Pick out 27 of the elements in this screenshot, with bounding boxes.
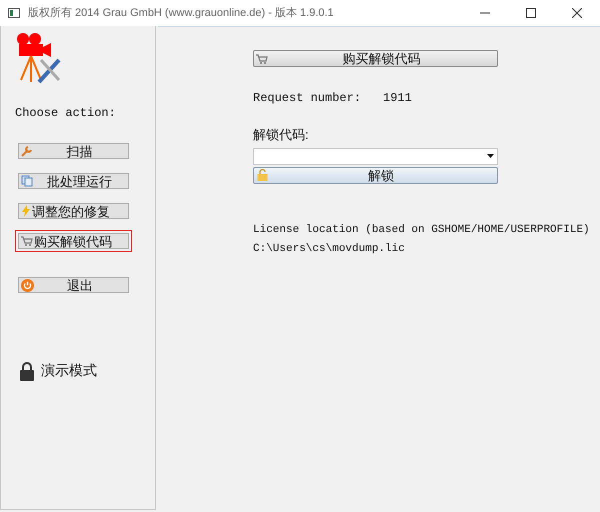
close-icon	[572, 8, 582, 18]
demo-mode-label: 演示模式	[41, 361, 97, 380]
lock-icon	[19, 360, 35, 380]
buy-code-button[interactable]: 购买解锁代码	[253, 50, 498, 67]
window-title: 版权所有 2014 Grau GmbH (www.grauonline.de) - 版本 1.9.0.1	[28, 6, 334, 21]
cart-icon	[21, 236, 33, 246]
action-button[interactable]: 扫描	[18, 143, 129, 159]
padlock-icon	[257, 169, 268, 181]
lightning-icon	[21, 205, 31, 217]
action-button[interactable]: 购买解锁代码	[18, 233, 129, 249]
app-icon	[8, 7, 20, 19]
license-location-label: License location (based on GSHOME/HOME/USERPROFILE)	[253, 222, 591, 238]
unlock-button[interactable]: 解锁	[253, 166, 498, 184]
choose-action-label: Choose action:	[15, 105, 117, 122]
wrench-icon	[21, 145, 33, 157]
dropdown-arrow-icon	[487, 154, 494, 158]
unlock-code-label: 解锁代码:	[253, 126, 310, 144]
maximize-icon	[526, 8, 536, 18]
power-icon	[21, 278, 34, 292]
request-number-label: Request number:	[253, 90, 362, 107]
copy-icon	[21, 175, 33, 187]
license-path: C:\Users\cs\movdump.lic	[253, 242, 406, 257]
action-button[interactable]: 调整您的修复	[18, 203, 129, 219]
cart-icon	[256, 54, 268, 64]
action-button[interactable]: 退出	[18, 277, 129, 293]
action-button[interactable]: 批处理运行	[18, 173, 129, 189]
request-number-value: 1911	[383, 90, 412, 107]
